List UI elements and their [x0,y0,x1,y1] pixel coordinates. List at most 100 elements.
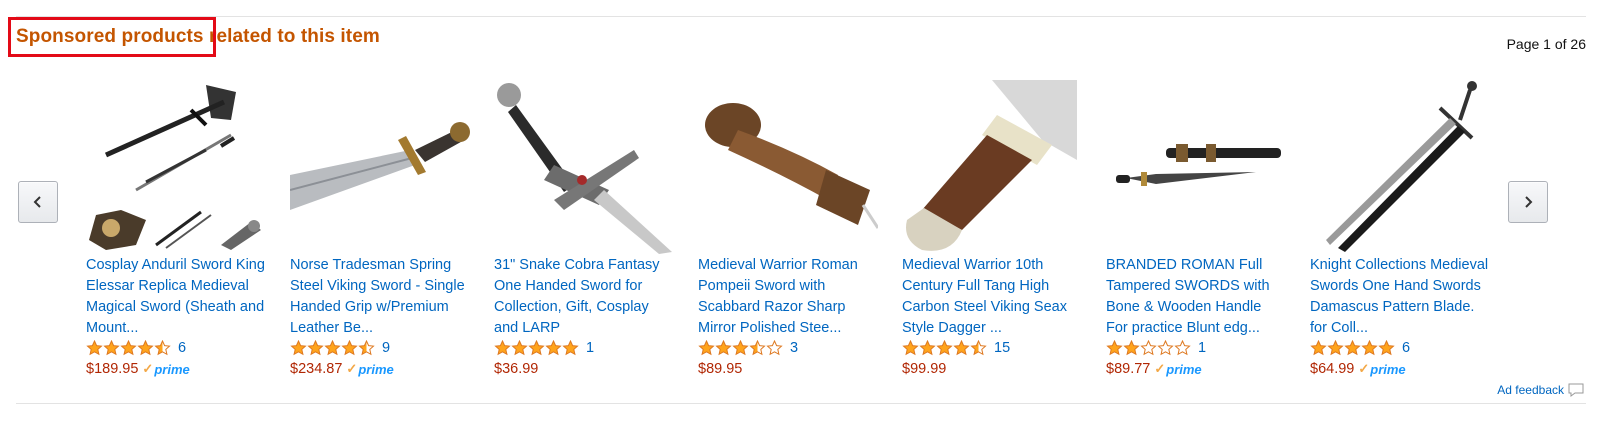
product-card[interactable]: 31" Snake Cobra Fantasy One Handed Sword… [494,80,674,377]
star-icon [528,340,545,356]
top-divider [16,16,1586,17]
review-count-link[interactable]: 3 [790,340,798,356]
product-price: $36.99 [494,361,539,377]
star-icon [936,340,953,356]
product-rating[interactable]: 6 [86,340,186,356]
ad-feedback-link[interactable]: Ad feedback [1497,383,1584,397]
star-rating-icon [902,340,987,356]
product-card[interactable]: BRANDED ROMAN Full Tampered SWORDS with … [1106,80,1286,377]
review-count-link[interactable]: 9 [382,340,390,356]
star-icon [511,340,528,356]
product-card[interactable]: Cosplay Anduril Sword King Elessar Repli… [86,80,266,377]
star-icon [970,340,987,356]
star-icon [154,340,171,356]
product-card[interactable]: Medieval Warrior Roman Pompeii Sword wit… [698,80,878,377]
star-icon [1327,340,1344,356]
product-title-link[interactable]: Cosplay Anduril Sword King Elessar Repli… [86,255,266,339]
bottom-divider [16,403,1586,404]
product-price: $234.87 [290,361,343,377]
review-count-link[interactable]: 15 [994,340,1010,356]
product-image[interactable] [494,80,674,254]
product-image[interactable] [290,80,470,254]
chevron-right-icon [1525,196,1533,208]
star-rating-icon [1310,340,1395,356]
product-rating[interactable]: 15 [902,340,1010,356]
star-icon [766,340,783,356]
star-icon [749,340,766,356]
product-title-link[interactable]: Medieval Warrior Roman Pompeii Sword wit… [698,255,878,339]
carousel-prev-button[interactable] [18,181,58,223]
star-rating-icon [86,340,171,356]
annotation-highlight-box [8,17,216,57]
star-rating-icon [290,340,375,356]
product-price: $99.99 [902,361,947,377]
prime-badge: ✓ prime [142,361,189,377]
prime-check-icon: ✓ [1154,361,1166,376]
prime-check-icon: ✓ [1358,361,1370,376]
product-rating[interactable]: 3 [698,340,798,356]
ad-feedback-label: Ad feedback [1497,383,1564,397]
review-count-link[interactable]: 1 [1198,340,1206,356]
price-row: $234.87 ✓ prime [290,361,394,377]
product-image[interactable] [1106,80,1286,254]
prime-check-icon: ✓ [346,361,358,376]
price-row: $64.99 ✓ prime [1310,361,1406,377]
star-icon [953,340,970,356]
star-icon [902,340,919,356]
star-icon [1310,340,1327,356]
star-icon [86,340,103,356]
star-icon [103,340,120,356]
product-image[interactable] [698,80,878,254]
product-rating[interactable]: 9 [290,340,390,356]
star-icon [358,340,375,356]
speech-bubble-icon [1568,383,1584,397]
star-icon [1378,340,1395,356]
product-price: $64.99 [1310,361,1355,377]
star-icon [120,340,137,356]
star-icon [562,340,579,356]
star-icon [698,340,715,356]
prime-badge: ✓ prime [1154,361,1201,377]
review-count-link[interactable]: 1 [586,340,594,356]
star-icon [1344,340,1361,356]
price-row: $36.99 [494,361,538,377]
star-icon [1123,340,1140,356]
price-row: $89.95 [698,361,742,377]
star-rating-icon [494,340,579,356]
chevron-left-icon [33,196,41,208]
product-title-link[interactable]: Medieval Warrior 10th Century Full Tang … [902,255,1082,339]
product-rating[interactable]: 1 [494,340,594,356]
prime-label: prime [358,361,394,377]
product-card[interactable]: Medieval Warrior 10th Century Full Tang … [902,80,1082,377]
star-icon [715,340,732,356]
product-image[interactable] [1310,80,1490,254]
product-title-link[interactable]: Knight Collections Medieval Swords One H… [1310,255,1490,339]
prime-label: prime [154,361,190,377]
review-count-link[interactable]: 6 [1402,340,1410,356]
star-icon [919,340,936,356]
star-icon [324,340,341,356]
star-rating-icon [1106,340,1191,356]
review-count-link[interactable]: 6 [178,340,186,356]
prime-badge: ✓ prime [346,361,393,377]
product-price: $89.77 [1106,361,1151,377]
star-icon [307,340,324,356]
product-price: $189.95 [86,361,139,377]
prime-badge: ✓ prime [1358,361,1405,377]
product-card[interactable]: Norse Tradesman Spring Steel Viking Swor… [290,80,470,377]
star-icon [494,340,511,356]
product-card[interactable]: Knight Collections Medieval Swords One H… [1310,80,1490,377]
star-icon [1140,340,1157,356]
star-icon [1361,340,1378,356]
product-rating[interactable]: 1 [1106,340,1206,356]
product-title-link[interactable]: BRANDED ROMAN Full Tampered SWORDS with … [1106,255,1286,339]
product-image[interactable] [86,80,266,254]
carousel-next-button[interactable] [1508,181,1548,223]
star-icon [290,340,307,356]
product-title-link[interactable]: 31" Snake Cobra Fantasy One Handed Sword… [494,255,674,339]
product-image[interactable] [902,80,1082,254]
star-icon [1157,340,1174,356]
product-rating[interactable]: 6 [1310,340,1410,356]
product-title-link[interactable]: Norse Tradesman Spring Steel Viking Swor… [290,255,470,339]
product-price: $89.95 [698,361,743,377]
